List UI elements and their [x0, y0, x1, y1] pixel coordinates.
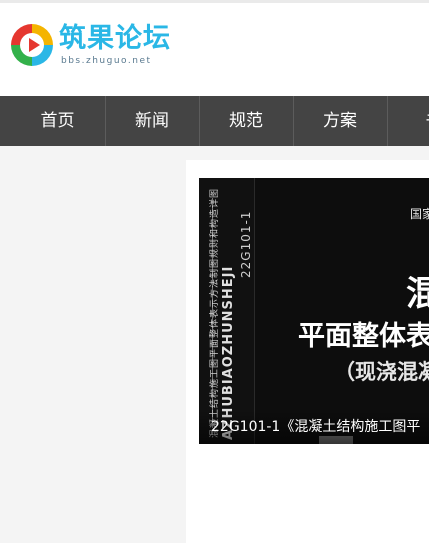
cover-title-line1: 平面整体表示: [298, 321, 429, 352]
featured-post-image[interactable]: 混凝土结构施工图平面整体表示方法制图规则和构造详图 AZHUBIAOZHUNSH…: [199, 178, 429, 444]
nav-item-news[interactable]: 新闻: [105, 96, 198, 146]
nav-item-standards[interactable]: 规范: [199, 96, 292, 146]
nav-item-plans[interactable]: 方案: [293, 96, 386, 146]
book-spine: 混凝土结构施工图平面整体表示方法制图规则和构造详图 AZHUBIAOZHUNSH…: [199, 178, 255, 444]
site-logo[interactable]: 筑果论坛 bbs.zhuguo.net: [11, 22, 176, 72]
nav-item-home[interactable]: 首页: [11, 96, 104, 146]
nav-item-books[interactable]: 书: [387, 96, 429, 146]
cover-title-char: 混: [406, 274, 429, 314]
featured-post-caption[interactable]: 22G101-1《混凝土结构施工图平: [211, 416, 420, 436]
site-header: 筑果论坛 bbs.zhuguo.net: [0, 0, 429, 96]
main-nav: 首页 新闻 规范 方案 书: [0, 96, 429, 146]
logo-title: 筑果论坛: [59, 23, 171, 54]
spine-title: 混凝土结构施工图平面整体表示方法制图规则和构造详图: [210, 187, 220, 438]
logo-play-icon: [11, 24, 53, 66]
cover-tag: 国家: [410, 207, 429, 221]
spine-code: 22G101-1: [239, 210, 253, 278]
logo-subtitle: bbs.zhuguo.net: [61, 56, 152, 66]
cover-title-line2: （现浇混凝: [334, 360, 429, 384]
